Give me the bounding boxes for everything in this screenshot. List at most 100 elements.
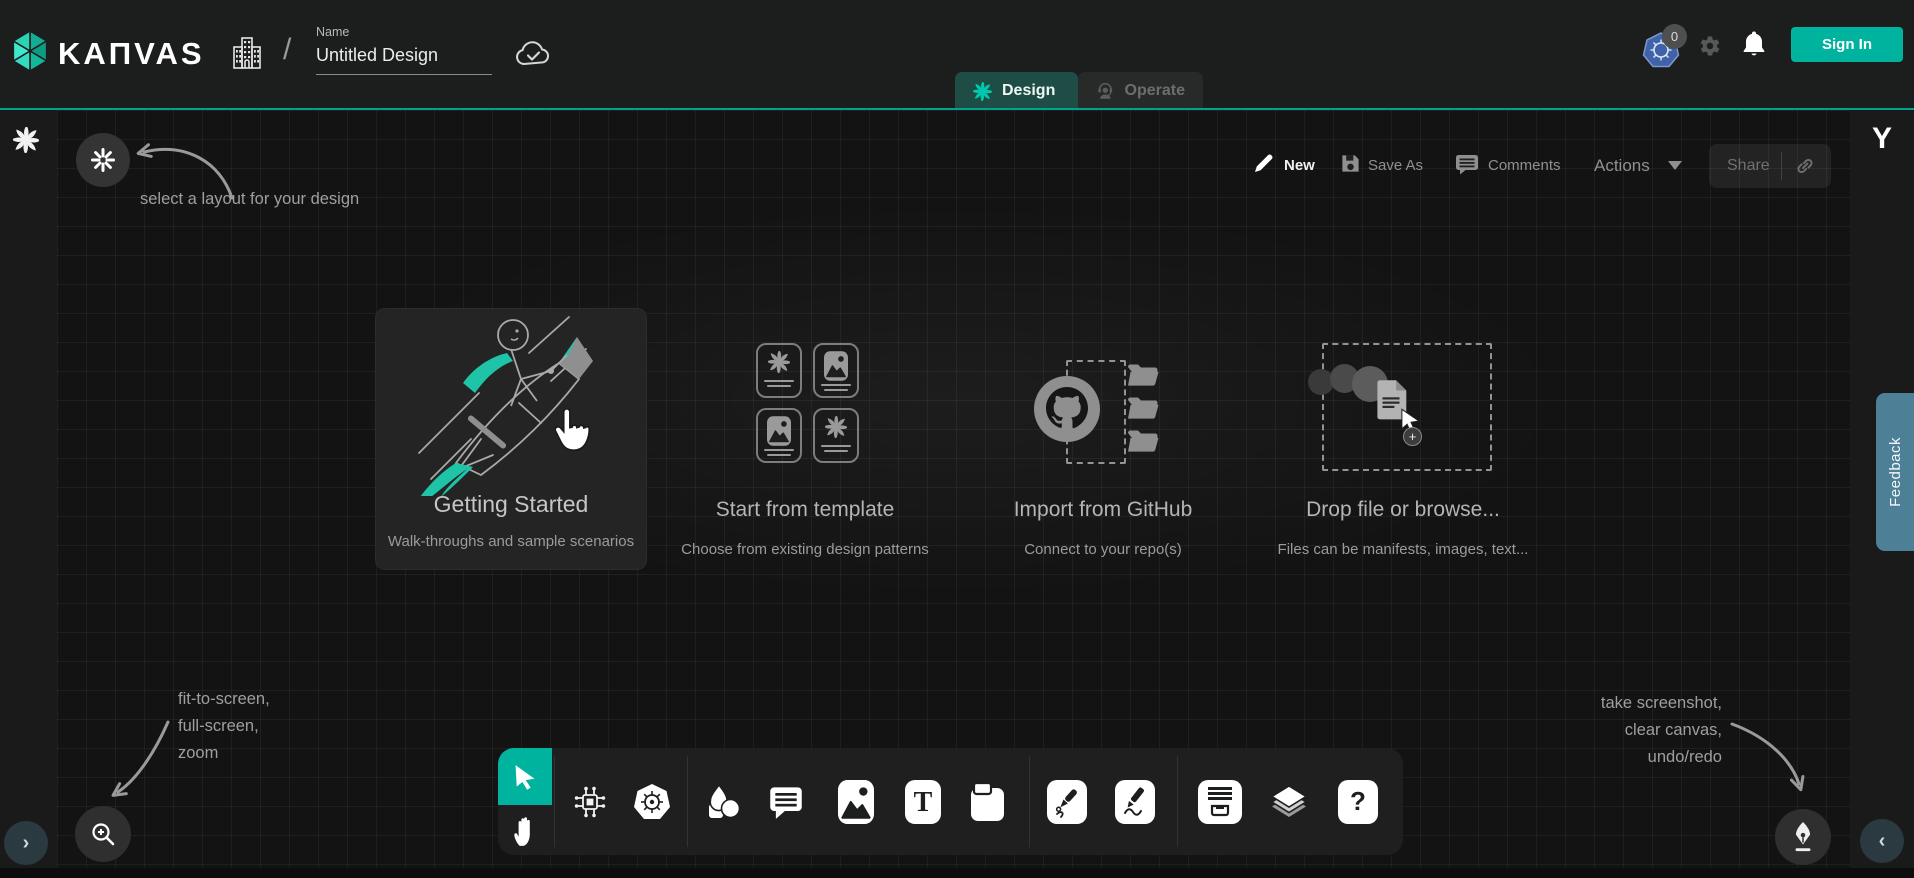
layout-hint-text: select a layout for your design: [140, 186, 359, 213]
design-toolbar: T: [498, 748, 1403, 855]
meshery-spiral-icon[interactable]: [13, 127, 39, 153]
github-subtitle: Connect to your repo(s): [953, 541, 1253, 558]
zoom-hint-text: fit-to-screen, full-screen, zoom: [178, 686, 270, 767]
new-button[interactable]: New: [1284, 157, 1315, 174]
tab-design-label: Design: [1002, 82, 1055, 100]
tool-component[interactable]: [568, 780, 612, 824]
tile-line: [824, 450, 848, 452]
canvas-actions-button[interactable]: [1775, 809, 1831, 865]
tool-image[interactable]: [838, 780, 874, 824]
note-window-icon: [969, 781, 1007, 823]
freehand-pencil-icon: [1121, 786, 1149, 818]
drop-title: Drop file or browse...: [1253, 498, 1553, 522]
notification-bell-icon[interactable]: [1741, 30, 1767, 59]
expand-left-panel-button[interactable]: ›: [4, 821, 48, 865]
component-node-icon: [571, 783, 609, 821]
sign-in-button[interactable]: Sign In: [1791, 27, 1903, 62]
design-name-input[interactable]: [316, 43, 492, 75]
meshery-spiral-icon: [825, 416, 847, 438]
image-icon: [824, 351, 848, 381]
hand-cursor-icon: [548, 405, 596, 457]
feedback-tab[interactable]: Feedback: [1876, 393, 1914, 551]
tab-operate-label: Operate: [1125, 82, 1185, 100]
chevron-down-icon[interactable]: [1668, 161, 1682, 170]
tile-line: [767, 385, 791, 387]
save-floppy-icon[interactable]: [1340, 153, 1361, 174]
tile-line: [821, 445, 851, 447]
toolbar-divider: [1029, 756, 1030, 847]
tool-note[interactable]: [966, 780, 1010, 824]
kanvas-logo-icon[interactable]: [10, 28, 50, 74]
tool-layers[interactable]: [1267, 780, 1311, 824]
kanvas-logo-text: KAΠVAS: [58, 36, 205, 72]
chevron-left-icon: ‹: [1879, 830, 1886, 853]
comments-bubble-icon[interactable]: [1455, 153, 1479, 175]
drop-file-card[interactable]: + Drop file or browse... Files can be ma…: [1253, 336, 1553, 566]
template-tile: [813, 408, 859, 463]
tile-line: [824, 389, 848, 391]
share-button[interactable]: Share: [1709, 144, 1831, 188]
layout-asterisk-icon: [90, 147, 116, 173]
tool-text[interactable]: T: [905, 780, 941, 824]
organization-building-icon[interactable]: [231, 36, 263, 72]
template-subtitle: Choose from existing design patterns: [655, 541, 955, 558]
share-divider: [1781, 152, 1782, 180]
actions-hint-text: take screenshot, clear canvas, undo/redo: [1520, 690, 1722, 771]
tool-pan-hand[interactable]: [503, 810, 547, 854]
github-octocat-icon: [1032, 374, 1102, 444]
kubernetes-wheel-icon: [632, 782, 672, 822]
hint-line: take screenshot,: [1520, 690, 1722, 717]
tile-line: [767, 454, 791, 456]
hint-line: full-screen,: [178, 713, 270, 740]
image-icon: [838, 780, 874, 824]
design-spiral-icon: [973, 82, 992, 101]
tool-comment[interactable]: [764, 780, 808, 824]
settings-gear-icon[interactable]: [1696, 33, 1722, 59]
tool-shapes[interactable]: [701, 780, 745, 824]
help-icon: ?: [1344, 785, 1372, 819]
template-tile: [756, 343, 802, 398]
tile-line: [764, 449, 794, 451]
tool-kubernetes[interactable]: [630, 780, 674, 824]
template-title: Start from template: [655, 498, 955, 522]
tool-drawer[interactable]: [1198, 780, 1242, 824]
tile-line: [764, 380, 794, 382]
meshery-spiral-icon: [768, 351, 790, 373]
chevron-right-icon: ›: [23, 832, 30, 855]
template-tile: [813, 343, 859, 398]
zoom-hint-arrow: [90, 712, 190, 812]
save-as-button[interactable]: Save As: [1368, 157, 1423, 174]
start-from-template-card[interactable]: Start from template Choose from existing…: [655, 336, 955, 566]
comments-button[interactable]: Comments: [1488, 157, 1561, 174]
design-name-label: Name: [316, 25, 349, 39]
collapse-right-panel-button[interactable]: ‹: [1860, 819, 1904, 863]
tool-freehand[interactable]: [1115, 780, 1155, 824]
tab-design[interactable]: Design: [955, 72, 1078, 110]
actions-hint-arrow: [1722, 712, 1822, 807]
pen-nib-icon: [1788, 820, 1818, 854]
svg-text:?: ?: [1350, 786, 1366, 816]
svg-text:T: T: [914, 787, 933, 818]
pencil-new-icon[interactable]: [1253, 152, 1275, 174]
drop-subtitle: Files can be manifests, images, text...: [1253, 541, 1553, 558]
text-icon: T: [908, 784, 938, 820]
operate-headset-icon: [1096, 80, 1115, 102]
tool-select-cursor[interactable]: [498, 748, 552, 805]
actions-dropdown[interactable]: Actions: [1594, 156, 1650, 176]
layout-selector-button[interactable]: [76, 133, 130, 187]
pan-hand-icon: [510, 816, 540, 848]
pen-tool-icon: [1053, 786, 1081, 818]
getting-started-card[interactable]: Getting Started Walk-throughs and sample…: [375, 308, 647, 570]
tile-line: [821, 384, 851, 386]
zoom-controls-button[interactable]: [75, 806, 131, 862]
tool-help[interactable]: ?: [1338, 780, 1378, 824]
import-from-github-card[interactable]: Import from GitHub Connect to your repo(…: [953, 336, 1253, 566]
tab-operate[interactable]: Operate: [1078, 72, 1203, 110]
cloud-sync-check-icon[interactable]: [515, 40, 551, 68]
kanvas-app: KAΠVAS / Name: [0, 0, 1914, 878]
hint-line: clear canvas,: [1520, 717, 1722, 744]
share-label: Share: [1727, 157, 1770, 175]
y-icon[interactable]: Y: [1872, 122, 1892, 156]
share-link-icon: [1795, 156, 1815, 176]
tool-pen[interactable]: [1047, 780, 1087, 824]
